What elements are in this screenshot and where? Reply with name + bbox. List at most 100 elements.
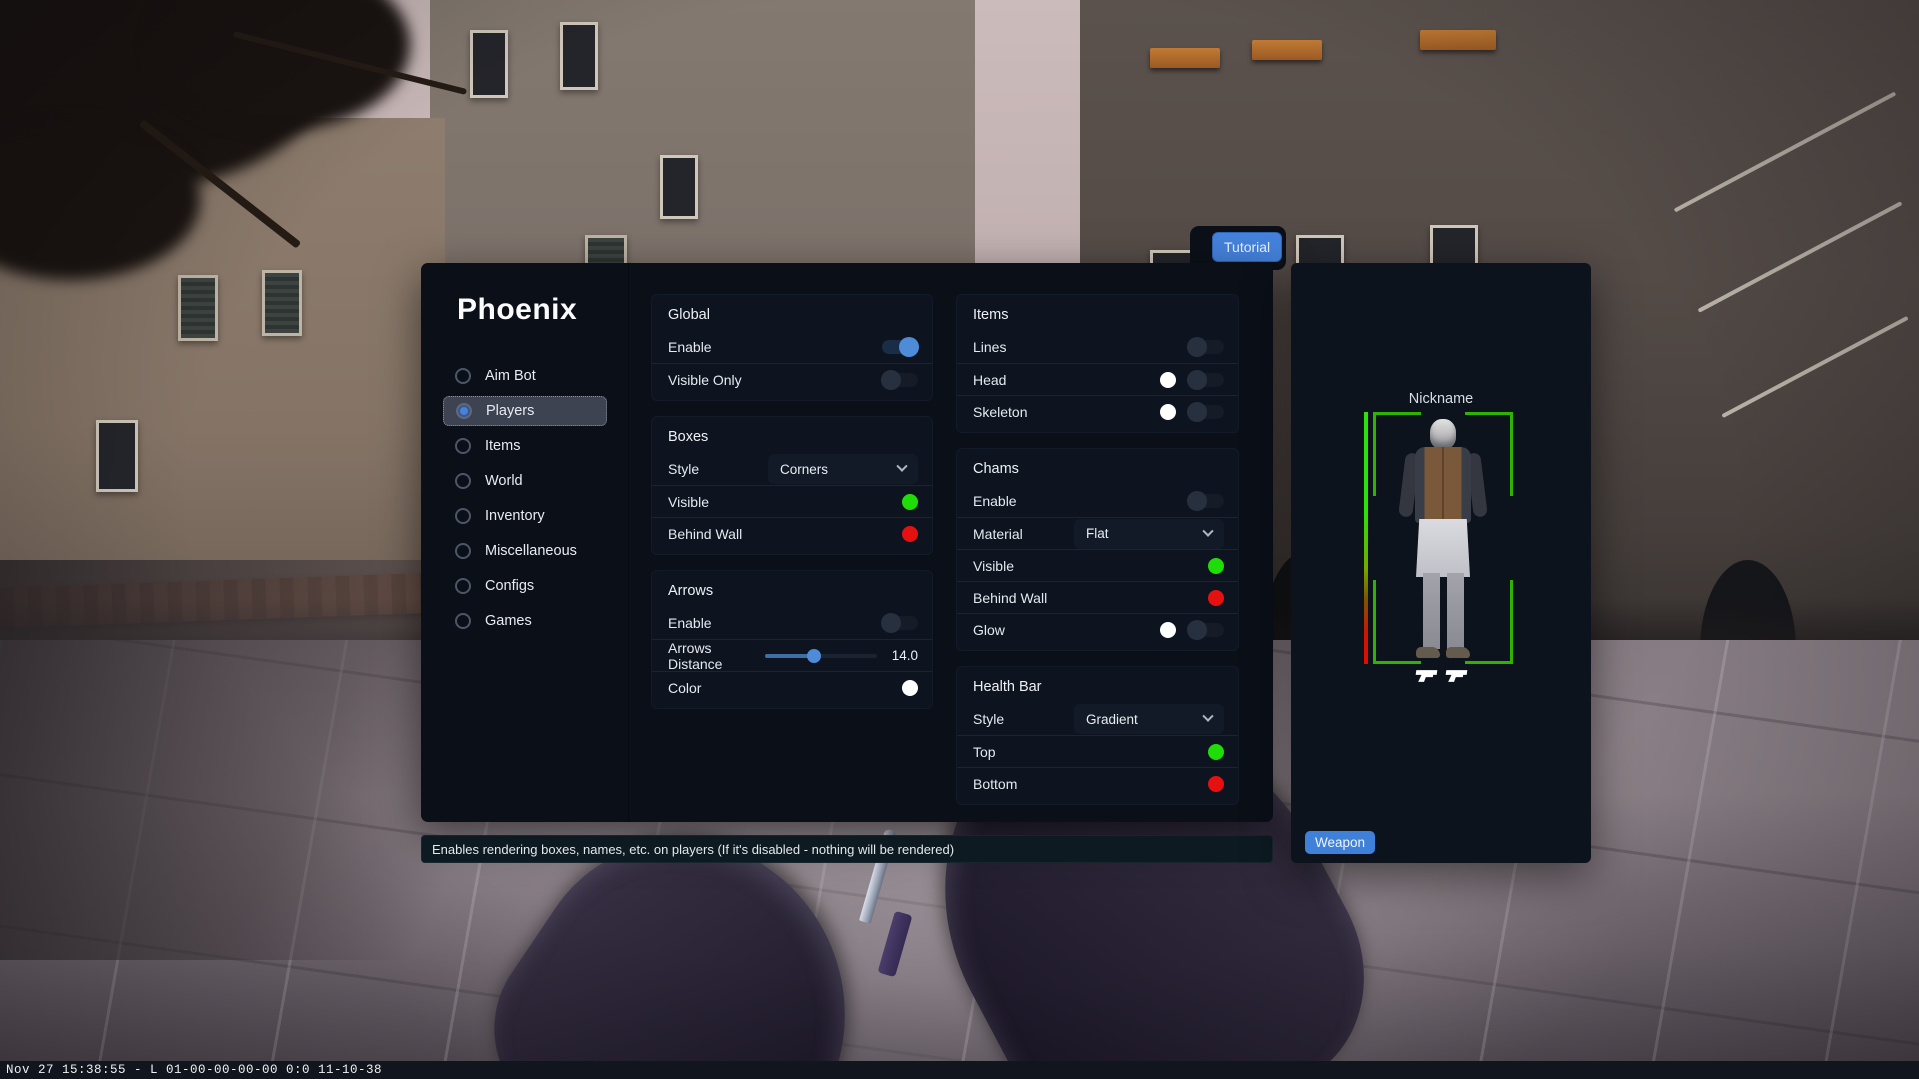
setting-row: Style Gradient	[957, 703, 1238, 735]
model-leg	[1423, 573, 1440, 649]
setting-label: Skeleton	[973, 404, 1027, 420]
sidebar-item-label: Inventory	[485, 508, 545, 524]
select-value: Flat	[1086, 526, 1109, 541]
sidebar-item-label: Items	[485, 438, 520, 454]
chevron-down-icon	[1202, 711, 1213, 722]
style-select[interactable]: Gradient	[1074, 704, 1224, 734]
panel-title: Health Bar	[957, 667, 1238, 703]
weapon-button[interactable]: Weapon	[1305, 831, 1375, 854]
sidebar-item-games[interactable]: Games	[443, 606, 607, 636]
visible-color-swatch[interactable]	[902, 494, 918, 510]
skeleton-toggle[interactable]	[1188, 405, 1224, 419]
sidebar-item-miscellaneous[interactable]: Miscellaneous	[443, 536, 607, 566]
settings-column-0: GlobalEnableVisible OnlyBoxesStyleCorner…	[651, 294, 933, 724]
sidebar-item-label: World	[485, 473, 523, 489]
setting-row: Enable	[652, 607, 932, 639]
setting-label: Material	[973, 526, 1023, 542]
model-shoe	[1446, 647, 1470, 658]
panel-health-bar: Health Bar Style Gradient Top Bottom	[956, 666, 1239, 805]
radio-icon	[455, 508, 471, 524]
setting-label: Bottom	[973, 776, 1017, 792]
sidebar-item-players[interactable]: Players	[443, 396, 607, 426]
setting-row: Style Corners	[652, 453, 932, 485]
radio-icon	[456, 403, 472, 419]
panel-items: ItemsLinesHeadSkeleton	[956, 294, 1239, 433]
slider-value: 14.0	[889, 648, 918, 663]
setting-label: Lines	[973, 339, 1006, 355]
material-select[interactable]: Flat	[1074, 519, 1224, 549]
setting-label: Top	[973, 744, 996, 760]
setting-label: Style	[668, 461, 699, 477]
setting-row: Bottom	[957, 767, 1238, 799]
pistol-icon	[1443, 669, 1469, 683]
model-leg	[1447, 573, 1464, 649]
glow-toggle[interactable]	[1188, 623, 1224, 637]
osd-text: Nov 27 15:38:55 - L 01-00-00-00-00 0:0 1…	[6, 1063, 382, 1077]
setting-label: Behind Wall	[973, 590, 1047, 606]
setting-row: Color	[652, 671, 932, 703]
panel-chams: ChamsEnableMaterialFlatVisibleBehind Wal…	[956, 448, 1239, 651]
bottom-color-swatch[interactable]	[1208, 776, 1224, 792]
style-select[interactable]: Corners	[768, 454, 918, 484]
sidebar-item-inventory[interactable]: Inventory	[443, 501, 607, 531]
setting-label: Glow	[973, 622, 1005, 638]
enable-toggle[interactable]	[882, 340, 918, 354]
panel-boxes: Boxes Style Corners Visible Behind Wall	[651, 416, 933, 555]
sidebar-item-label: Games	[485, 613, 532, 629]
setting-label: Behind Wall	[668, 526, 742, 542]
select-value: Corners	[780, 462, 828, 477]
visible-color-swatch[interactable]	[1208, 558, 1224, 574]
sidebar-item-items[interactable]: Items	[443, 431, 607, 461]
toggle-knob	[1187, 337, 1207, 357]
panel-arrows: ArrowsEnableArrows Distance 14.0 Color	[651, 570, 933, 709]
setting-label: Visible Only	[668, 372, 742, 388]
enable-toggle[interactable]	[1188, 494, 1224, 508]
glow-color-swatch[interactable]	[1160, 622, 1176, 638]
skeleton-color-swatch[interactable]	[1160, 404, 1176, 420]
sidebar-item-label: Configs	[485, 578, 534, 594]
setting-row: Material Flat	[957, 517, 1238, 549]
panel-title: Items	[957, 295, 1238, 331]
visible-only-toggle[interactable]	[882, 373, 918, 387]
sidebar-item-label: Aim Bot	[485, 368, 536, 384]
panel-global: GlobalEnableVisible Only	[651, 294, 933, 401]
radio-icon	[455, 368, 471, 384]
setting-label: Arrows Distance	[668, 640, 753, 672]
radio-icon	[455, 613, 471, 629]
lines-toggle[interactable]	[1188, 340, 1224, 354]
setting-label: Enable	[973, 493, 1017, 509]
head-color-swatch[interactable]	[1160, 372, 1176, 388]
sidebar-item-label: Miscellaneous	[485, 543, 577, 559]
enable-toggle[interactable]	[882, 616, 918, 630]
sidebar-item-configs[interactable]: Configs	[443, 571, 607, 601]
setting-row: Behind Wall	[652, 517, 932, 549]
behind-wall-color-swatch[interactable]	[902, 526, 918, 542]
sidebar-nav: Aim Bot Players Items World Inventory Miscell…	[421, 361, 629, 641]
behind-wall-color-swatch[interactable]	[1208, 590, 1224, 606]
cheat-menu-window: Phoenix Aim BotPlayersItemsWorldInventor…	[421, 263, 1273, 822]
setting-label: Style	[973, 711, 1004, 727]
panel-title: Arrows	[652, 571, 932, 607]
select-value: Gradient	[1086, 712, 1138, 727]
panel-title: Chams	[957, 449, 1238, 485]
setting-row: Skeleton	[957, 395, 1238, 427]
player-model	[1291, 263, 1591, 863]
color-color-swatch[interactable]	[902, 680, 918, 696]
panel-title: Boxes	[652, 417, 932, 453]
radio-icon	[455, 543, 471, 559]
setting-row: Glow	[957, 613, 1238, 645]
setting-row: Enable	[652, 331, 932, 363]
head-toggle[interactable]	[1188, 373, 1224, 387]
setting-row: Top	[957, 735, 1238, 767]
arrows-distance-slider[interactable]	[765, 649, 877, 663]
setting-label: Visible	[668, 494, 709, 510]
sidebar-item-aim-bot[interactable]: Aim Bot	[443, 361, 607, 391]
top-color-swatch[interactable]	[1208, 744, 1224, 760]
weapon-icons	[1291, 669, 1591, 683]
setting-label: Enable	[668, 339, 712, 355]
tutorial-button[interactable]: Tutorial	[1212, 232, 1282, 262]
sidebar-item-world[interactable]: World	[443, 466, 607, 496]
model-apron	[1416, 519, 1470, 577]
slider-handle[interactable]	[807, 649, 821, 663]
toggle-knob	[881, 613, 901, 633]
